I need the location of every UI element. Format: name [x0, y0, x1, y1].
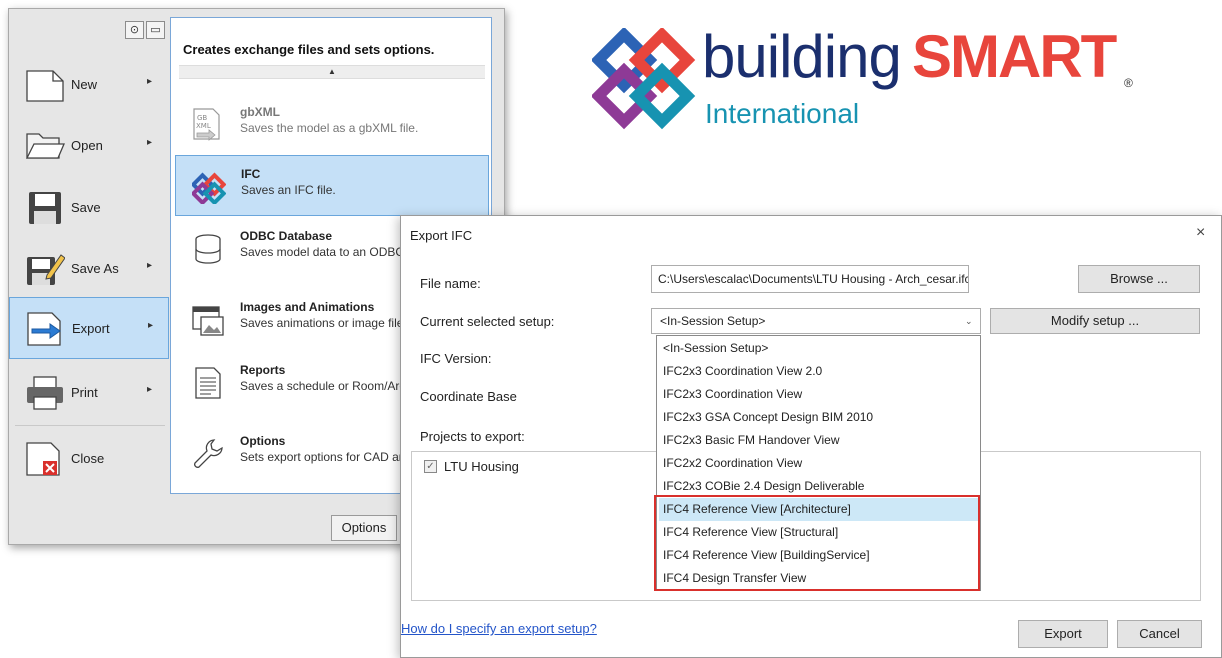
open-folder-icon — [25, 133, 65, 159]
submenu-item-gbxml[interactable]: GB XML gbXML Saves the model as a gbXML … — [175, 94, 489, 155]
submenu-title: Creates exchange files and sets options. — [183, 42, 435, 57]
options-button[interactable]: Options — [331, 515, 397, 541]
submenu-item-title: gbXML — [240, 105, 280, 119]
chevron-down-icon: ⌄ — [965, 316, 973, 326]
menu-item-label: Export — [72, 321, 110, 336]
ifc4-options-highlight — [654, 495, 980, 591]
scroll-up-button[interactable]: ▲ — [179, 65, 485, 79]
save-disk-icon — [29, 192, 61, 224]
dropdown-option[interactable]: IFC2x2 Coordination View — [659, 452, 978, 475]
submenu-item-title: IFC — [241, 167, 261, 181]
submenu-item-title: Options — [240, 434, 286, 448]
submenu-item-title: ODBC Database — [240, 229, 333, 243]
dropdown-option[interactable]: IFC2x3 Coordination View 2.0 — [659, 360, 978, 383]
report-icon — [195, 367, 221, 399]
menu-item-open[interactable]: Open ▸ — [9, 115, 169, 177]
menu-item-label: Save — [71, 200, 101, 215]
chevron-right-icon: ▸ — [148, 320, 154, 331]
menu-item-label: Print — [71, 385, 98, 400]
logo-subtitle: International — [705, 98, 860, 129]
menu-item-export[interactable]: Export ▸ — [9, 297, 169, 359]
chevron-right-icon: ▸ — [147, 137, 153, 148]
open-documents-icon[interactable]: ▭ — [146, 21, 165, 39]
project-checkbox[interactable]: ✓ — [424, 460, 437, 473]
dropdown-option[interactable]: IFC2x3 Basic FM Handover View — [659, 429, 978, 452]
setup-select-value: <In-Session Setup> — [660, 314, 766, 328]
recent-documents-icon[interactable]: ⊙ — [125, 21, 144, 39]
setup-select[interactable]: <In-Session Setup> ⌄ — [651, 308, 981, 334]
dropdown-option[interactable]: IFC2x3 Coordination View — [659, 383, 978, 406]
dropdown-option[interactable]: <In-Session Setup> — [659, 337, 978, 360]
help-link[interactable]: How do I specify an export setup? — [401, 621, 597, 636]
file-name-field[interactable]: C:\Users\escalac\Documents\LTU Housing -… — [651, 265, 969, 293]
menu-item-print[interactable]: Print ▸ — [9, 362, 169, 424]
export-button[interactable]: Export — [1018, 620, 1108, 648]
project-row[interactable]: ✓ LTU Housing — [424, 458, 624, 476]
file-name-label: File name: — [420, 276, 481, 291]
menu-item-close[interactable]: Close — [9, 428, 169, 490]
menu-item-new[interactable]: New ▸ — [9, 54, 169, 116]
submenu-item-title: Reports — [240, 363, 286, 377]
buildingsmart-logo: building SMART ® International — [592, 20, 1152, 140]
coordinate-base-label: Coordinate Base — [420, 389, 517, 404]
database-icon — [195, 234, 221, 264]
logo-word-building: building — [702, 23, 902, 90]
submenu-item-title: Images and Animations — [240, 300, 375, 314]
ifc-icon — [192, 172, 226, 204]
registered-mark: ® — [1124, 76, 1133, 90]
menu-item-label: New — [71, 77, 98, 92]
project-name: LTU Housing — [444, 459, 519, 474]
chevron-up-icon: ▲ — [328, 67, 336, 76]
save-as-icon — [27, 254, 65, 285]
menu-item-label: Close — [71, 451, 105, 466]
menu-item-save[interactable]: Save — [9, 177, 169, 239]
wrench-icon — [194, 439, 223, 468]
ifc-version-label: IFC Version: — [420, 351, 492, 366]
new-document-icon — [26, 70, 64, 102]
chevron-right-icon: ▸ — [147, 76, 153, 87]
buildingsmart-mark-icon — [592, 28, 696, 130]
browse-button[interactable]: Browse ... — [1078, 265, 1200, 293]
submenu-item-description: Saves an IFC file. — [241, 183, 336, 197]
cancel-button[interactable]: Cancel — [1117, 620, 1202, 648]
menu-item-label: Open — [71, 138, 103, 153]
menu-separator — [15, 425, 165, 426]
projects-label: Projects to export: — [420, 429, 525, 444]
close-icon[interactable]: × — [1196, 224, 1205, 242]
dropdown-option[interactable]: IFC2x3 GSA Concept Design BIM 2010 — [659, 406, 978, 429]
svg-text:GB: GB — [197, 114, 207, 122]
menu-item-save-as[interactable]: Save As ▸ — [9, 238, 169, 300]
submenu-item-ifc[interactable]: IFC Saves an IFC file. — [175, 155, 489, 216]
chevron-right-icon: ▸ — [147, 384, 153, 395]
chevron-right-icon: ▸ — [147, 260, 153, 271]
submenu-item-description: Saves the model as a gbXML file. — [240, 121, 419, 135]
svg-text:XML: XML — [196, 122, 211, 130]
gbxml-icon: GB XML — [193, 108, 220, 141]
logo-word-smart: SMART — [912, 23, 1117, 90]
close-document-icon — [26, 442, 60, 476]
menu-item-label: Save As — [71, 261, 119, 276]
setup-label: Current selected setup: — [420, 314, 555, 329]
modify-setup-button[interactable]: Modify setup ... — [990, 308, 1200, 334]
printer-icon — [27, 376, 63, 410]
export-ifc-dialog: Export IFC × File name: C:\Users\escalac… — [400, 215, 1222, 658]
export-icon — [27, 312, 61, 346]
dialog-title: Export IFC — [410, 228, 473, 243]
film-icon — [192, 306, 224, 336]
